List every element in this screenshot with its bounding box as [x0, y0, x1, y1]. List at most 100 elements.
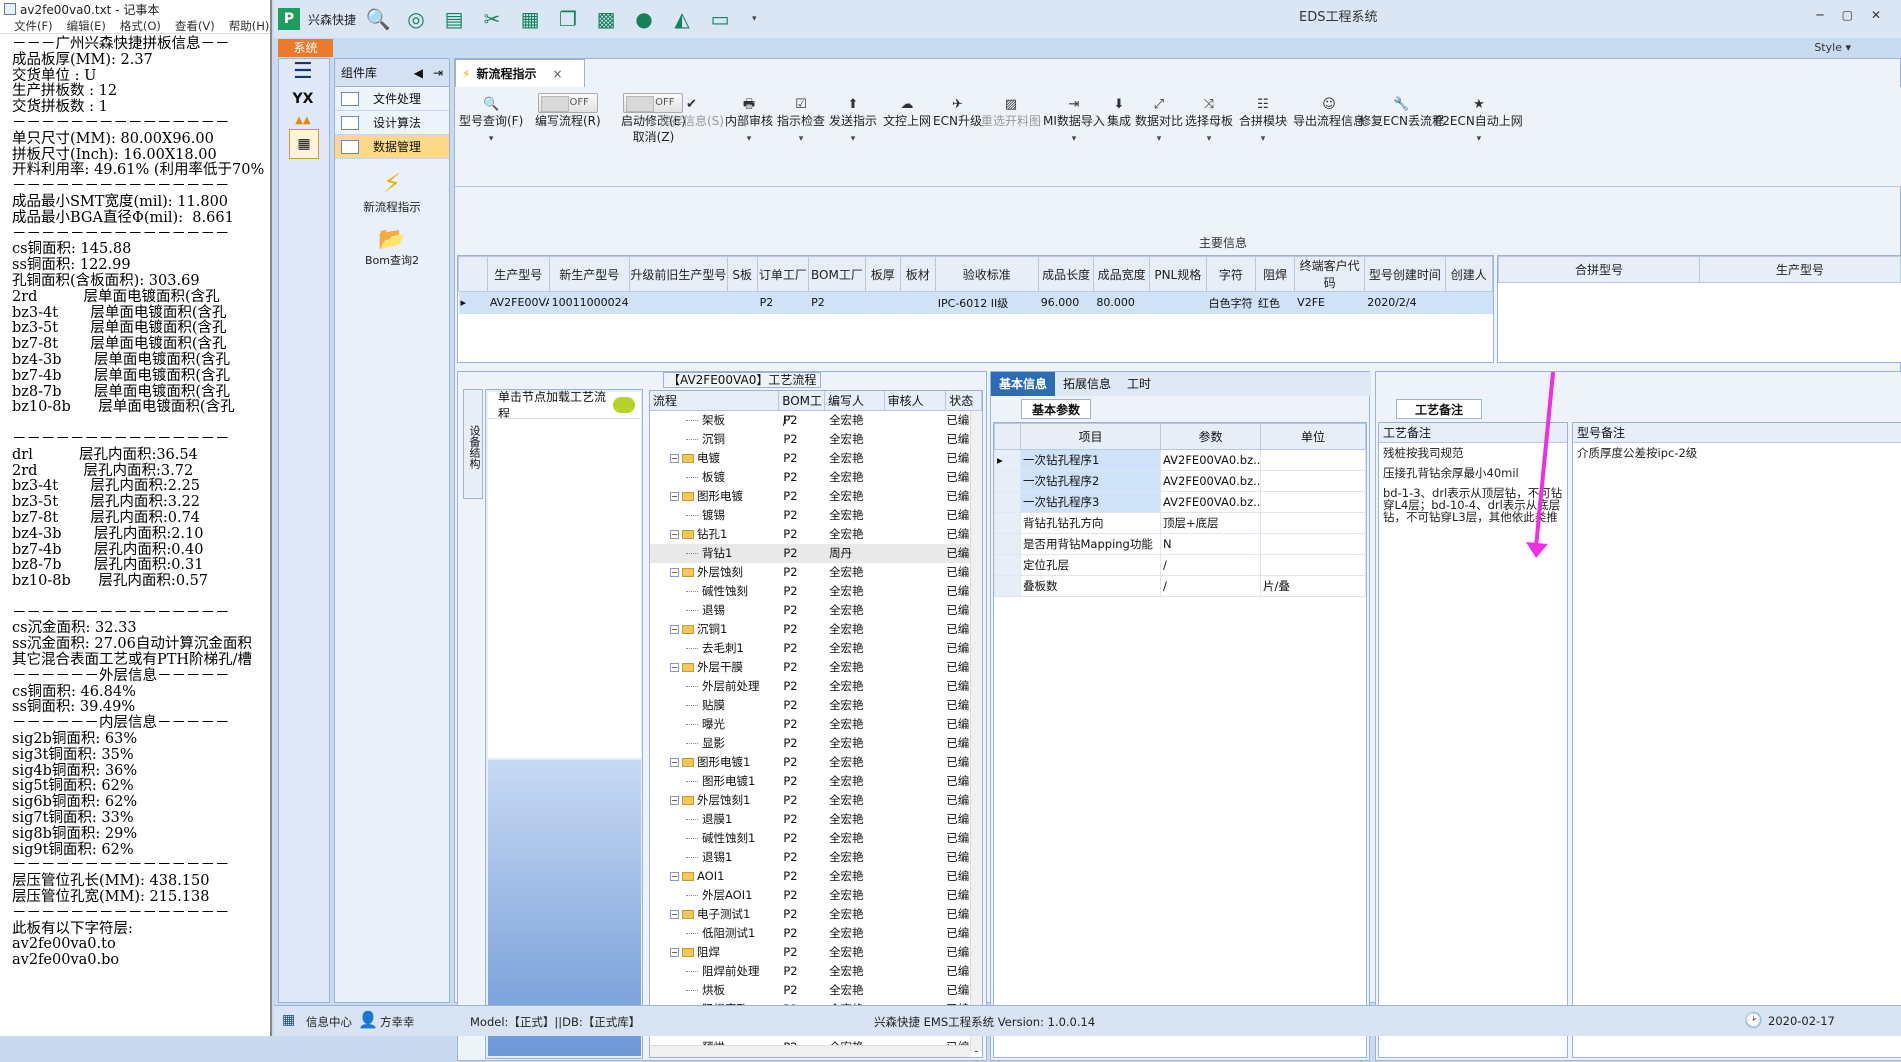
param-value[interactable]: AV2FE00VA0.bz...: [1160, 449, 1261, 471]
tree-node[interactable]: − 钻孔1: [650, 525, 779, 544]
ribbon-button-11[interactable]: ⤨ 选择母板 ▾: [1185, 97, 1233, 147]
column-header[interactable]: 成品宽度: [1093, 256, 1150, 292]
table-cell[interactable]: [629, 291, 728, 314]
table-cell[interactable]: [865, 291, 901, 314]
column-header[interactable]: BOM工厂: [808, 256, 866, 292]
ribbon-button-1[interactable]: ✔ 保存信息(S): [659, 97, 724, 129]
tree-row[interactable]: − 沉铜1 P2 全宏艳 已编写: [650, 620, 982, 639]
yx-logo-icon[interactable]: YX ▲▲: [285, 89, 321, 126]
tree-row[interactable]: 曝光 P2 全宏艳 已编写: [650, 715, 982, 734]
notepad-menu-item[interactable]: 文件(F): [14, 18, 53, 33]
info-center-label[interactable]: 信息中心: [306, 1014, 352, 1030]
table-row[interactable]: 叠板数 / 片/叠: [994, 575, 1366, 597]
table-row[interactable]: 一次钻孔程序3 AV2FE00VA0.bz...: [994, 491, 1366, 513]
edit-flow-toggle[interactable]: OFF 编写流程(R): [535, 93, 601, 129]
column-header[interactable]: 合拼型号: [1498, 256, 1700, 283]
expand-toggle-icon[interactable]: −: [670, 492, 679, 501]
tree-node[interactable]: − AOI1: [650, 867, 779, 886]
tree-row[interactable]: − 图形电镀 P2 全宏艳 已编写: [650, 487, 982, 506]
tree-node[interactable]: − 电镀: [650, 449, 779, 468]
tab-3[interactable]: 工时: [1119, 372, 1159, 396]
expand-toggle-icon[interactable]: −: [670, 663, 679, 672]
tree-node[interactable]: − 外层蚀刻1: [650, 791, 779, 810]
tree-node[interactable]: 退锡1: [650, 848, 779, 867]
tree-column-header[interactable]: BOM工厂: [779, 391, 825, 428]
column-header[interactable]: 升级前旧生产型号: [628, 256, 728, 292]
expand-toggle-icon[interactable]: −: [670, 910, 679, 919]
column-header[interactable]: 成品长度: [1037, 256, 1095, 292]
search-icon[interactable]: 🔍: [364, 5, 392, 33]
tree-row[interactable]: 碱性蚀刻 P2 全宏艳 已编写: [650, 582, 982, 601]
ribbon-button-9[interactable]: ⬇ 集成: [1107, 97, 1131, 129]
tree-node[interactable]: 碱性蚀刻: [650, 582, 779, 601]
tree-node[interactable]: 沉铜: [650, 430, 779, 449]
tree-row[interactable]: − 外层干膜 P2 全宏艳 已编写: [650, 658, 982, 677]
ribbon-button-3[interactable]: ☑ 指示检查 ▾: [777, 97, 825, 147]
tree-node[interactable]: 镀锡: [650, 506, 779, 525]
tree-row[interactable]: 退锡 P2 全宏艳 已编写: [650, 601, 982, 620]
table-row[interactable]: 背钻孔钻孔方向 顶层+底层: [994, 512, 1366, 534]
expand-toggle-icon[interactable]: −: [670, 872, 679, 881]
tree-row[interactable]: 阻焊前处理 P2 全宏艳 已编写: [650, 962, 982, 981]
param-value[interactable]: /: [1160, 554, 1261, 576]
ribbon-button-7[interactable]: ▨ 重选开料图: [981, 97, 1041, 129]
copy-icon[interactable]: ❐: [554, 5, 582, 33]
chart-icon[interactable]: ◭: [668, 5, 696, 33]
param-value[interactable]: 顶层+底层: [1160, 512, 1261, 534]
table-row[interactable]: 一次钻孔程序2 AV2FE00VA0.bz...: [994, 470, 1366, 492]
bom-query-button[interactable]: 📂 Bom查询2: [335, 227, 449, 268]
nav-item-1[interactable]: 文件处理: [335, 87, 449, 111]
tree-node[interactable]: 贴膜: [650, 696, 779, 715]
calculator-icon[interactable]: ▦: [289, 129, 319, 159]
basic-params-tab[interactable]: 基本参数: [1021, 399, 1092, 419]
tree-row[interactable]: 退膜1 P2 全宏艳 已编写: [650, 810, 982, 829]
tree-node[interactable]: 碱性蚀刻1: [650, 829, 779, 848]
new-process-button[interactable]: ⚡ 新流程指示: [335, 169, 449, 215]
tree-node[interactable]: 外层AOI1: [650, 886, 779, 905]
ribbon-button-4[interactable]: ⬆ 发送指示 ▾: [829, 97, 877, 147]
ribbon-button-2[interactable]: 🖶 内部审核 ▾: [725, 97, 773, 147]
tree-column-header[interactable]: 编写人: [825, 391, 885, 410]
lifebuoy-icon[interactable]: ◎: [402, 5, 430, 33]
tree-node[interactable]: − 图形电镀1: [650, 753, 779, 772]
notepad-menu-item[interactable]: 帮助(H): [229, 18, 270, 33]
tree-node[interactable]: 架板: [650, 411, 779, 430]
tab-2[interactable]: 拓展信息: [1055, 372, 1119, 396]
grid-icon[interactable]: ▩: [592, 5, 620, 33]
collapse-left-icon[interactable]: ◀: [414, 66, 423, 80]
tree-node[interactable]: 烘板: [650, 981, 779, 1000]
expand-toggle-icon[interactable]: −: [670, 454, 679, 463]
tree-node[interactable]: 背钻1: [650, 544, 779, 563]
tree-row[interactable]: 低阻测试1 P2 全宏艳 已编写: [650, 924, 982, 943]
tree-node[interactable]: − 图形电镀: [650, 487, 779, 506]
expand-toggle-icon[interactable]: −: [670, 568, 679, 577]
ribbon-button-12[interactable]: ☷ 合拼模块 ▾: [1239, 97, 1287, 147]
column-header[interactable]: 板材: [899, 256, 936, 292]
column-header[interactable]: 创建人: [1444, 256, 1494, 292]
close-icon[interactable]: ✕: [1871, 8, 1881, 22]
table-cell[interactable]: 10011000024540: [549, 291, 630, 314]
tree-horizontal-scrollbar[interactable]: [650, 1045, 970, 1057]
tree-node[interactable]: − 沉铜1: [650, 620, 779, 639]
tree-row[interactable]: − 电镀 P2 全宏艳 已编写: [650, 449, 982, 468]
minimize-icon[interactable]: ─: [1816, 8, 1823, 22]
tree-node[interactable]: 低阻测试1: [650, 924, 779, 943]
table-cell[interactable]: 96.000: [1038, 291, 1095, 314]
expand-toggle-icon[interactable]: −: [670, 796, 679, 805]
tree-column-header[interactable]: 状态: [946, 391, 982, 410]
ribbon-button-6[interactable]: ✈ ECN升级: [933, 97, 982, 129]
cancel-label[interactable]: 取消(Z): [633, 130, 675, 144]
param-value[interactable]: AV2FE00VA0.bz...: [1160, 470, 1261, 492]
column-header[interactable]: 单位: [1260, 423, 1366, 450]
table-icon[interactable]: ▤: [440, 5, 468, 33]
ribbon-button-10[interactable]: ⤢ 数据对比 ▾: [1135, 97, 1183, 147]
system-tab[interactable]: 系统: [278, 39, 333, 57]
tree-column-header[interactable]: 流程: [650, 391, 780, 410]
scissors-icon[interactable]: ✂: [478, 5, 506, 33]
type-query-button[interactable]: 🔍 型号查询(F) ▾: [459, 97, 523, 147]
tree-row[interactable]: 外层前处理 P2 全宏艳 已编写: [650, 677, 982, 696]
notepad-menu-item[interactable]: 编辑(E): [67, 18, 106, 33]
notepad-menu-item[interactable]: 查看(V): [175, 18, 215, 33]
ribbon-button-14[interactable]: 🔧 修复ECN丢流程: [1359, 97, 1444, 129]
tree-node[interactable]: 外层前处理: [650, 677, 779, 696]
